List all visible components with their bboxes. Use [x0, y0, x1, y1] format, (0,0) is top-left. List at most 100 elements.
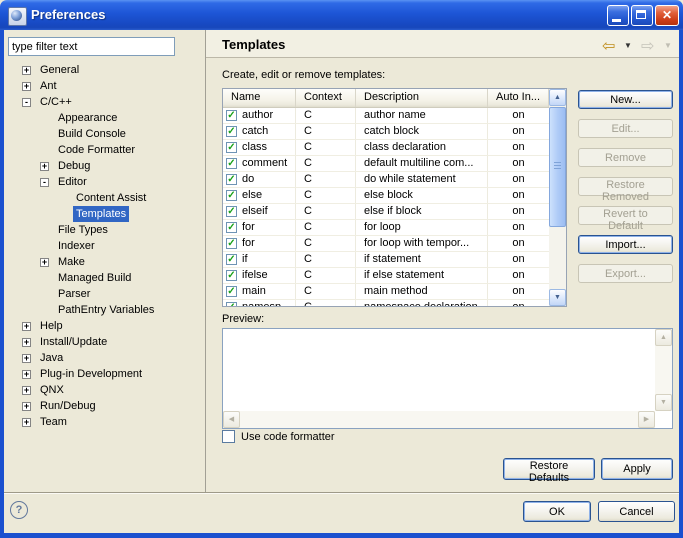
row-checkbox[interactable]	[226, 158, 237, 169]
maximize-button[interactable]	[631, 5, 653, 26]
tree-item[interactable]: Indexer	[8, 238, 204, 254]
expand-toggle-icon[interactable]	[22, 402, 31, 411]
tree-item-label[interactable]: Content Assist	[73, 190, 149, 206]
table-row[interactable]: comment C default multiline com... on	[223, 156, 549, 172]
tree-item-label[interactable]: Debug	[55, 158, 93, 174]
preview-horizontal-scrollbar[interactable]: ◀ ▶	[223, 411, 655, 428]
table-row[interactable]: author C author name on	[223, 108, 549, 124]
tree-item-label[interactable]: Appearance	[55, 110, 120, 126]
forward-icon[interactable]: ⇨	[641, 36, 654, 56]
tree-item[interactable]: Help	[8, 318, 204, 334]
tree-item-label[interactable]: Managed Build	[55, 270, 134, 286]
expand-toggle-icon[interactable]	[40, 258, 49, 267]
tree-item[interactable]: PathEntry Variables	[8, 302, 204, 318]
expand-toggle-icon[interactable]	[22, 338, 31, 347]
tree-item-label[interactable]: Help	[37, 318, 66, 334]
tree-item-label[interactable]: Java	[37, 350, 66, 366]
table-row[interactable]: if C if statement on	[223, 252, 549, 268]
forward-dropdown-icon[interactable]: ▼	[664, 41, 672, 50]
preview-vertical-scrollbar[interactable]: ▲ ▼	[655, 329, 672, 411]
expand-toggle-icon[interactable]	[22, 354, 31, 363]
tree-item-label[interactable]: Plug-in Development	[37, 366, 145, 382]
row-checkbox[interactable]	[226, 110, 237, 121]
row-checkbox[interactable]	[226, 206, 237, 217]
tree-item[interactable]: Plug-in Development	[8, 366, 204, 382]
row-checkbox[interactable]	[226, 302, 237, 306]
tree-item[interactable]: Install/Update	[8, 334, 204, 350]
row-checkbox[interactable]	[226, 222, 237, 233]
tree-item[interactable]: Editor	[8, 174, 204, 190]
row-checkbox[interactable]	[226, 254, 237, 265]
filter-input[interactable]	[8, 37, 175, 56]
action-button[interactable]: Edit...	[578, 119, 673, 138]
preview-area[interactable]: ▲ ▼ ◀ ▶	[222, 328, 673, 429]
tree-item-label[interactable]: Ant	[37, 78, 60, 94]
table-row[interactable]: catch C catch block on	[223, 124, 549, 140]
expand-toggle-icon[interactable]	[40, 178, 49, 187]
column-header[interactable]: Context	[296, 89, 356, 107]
help-button[interactable]: ?	[10, 501, 28, 519]
expand-toggle-icon[interactable]	[22, 66, 31, 75]
row-checkbox[interactable]	[226, 142, 237, 153]
table-row[interactable]: else C else block on	[223, 188, 549, 204]
scrollbar-thumb[interactable]	[549, 107, 566, 227]
expand-toggle-icon[interactable]	[22, 82, 31, 91]
row-checkbox[interactable]	[226, 270, 237, 281]
expand-toggle-icon[interactable]	[22, 370, 31, 379]
tree-item-label[interactable]: PathEntry Variables	[55, 302, 157, 318]
table-row[interactable]: for C for loop with tempor... on	[223, 236, 549, 252]
tree-item[interactable]: Code Formatter	[8, 142, 204, 158]
tree-item-label[interactable]: Build Console	[55, 126, 129, 142]
scroll-up-icon[interactable]: ▲	[655, 329, 672, 346]
restore-defaults-button[interactable]: Restore Defaults	[503, 458, 595, 480]
tree-item[interactable]: Appearance	[8, 110, 204, 126]
tree-item[interactable]: Content Assist	[8, 190, 204, 206]
tree-item-label[interactable]: General	[37, 62, 82, 78]
expand-toggle-icon[interactable]	[22, 322, 31, 331]
row-checkbox[interactable]	[226, 174, 237, 185]
apply-button[interactable]: Apply	[601, 458, 673, 480]
action-button[interactable]: Import...	[578, 235, 673, 254]
expand-toggle-icon[interactable]	[22, 98, 31, 107]
action-button[interactable]: Restore Removed	[578, 177, 673, 196]
row-checkbox[interactable]	[226, 286, 237, 297]
column-header[interactable]: Description	[356, 89, 488, 107]
tree-item[interactable]: Templates	[8, 206, 204, 222]
tree-item-label[interactable]: Templates	[73, 206, 129, 222]
expand-toggle-icon[interactable]	[22, 386, 31, 395]
column-header[interactable]: Auto In...	[488, 89, 549, 107]
tree-item[interactable]: Debug	[8, 158, 204, 174]
table-row[interactable]: namesp... C namespace declaration on	[223, 300, 549, 306]
scroll-down-icon[interactable]: ▼	[549, 289, 566, 306]
action-button[interactable]: Revert to Default	[578, 206, 673, 225]
tree-item[interactable]: Java	[8, 350, 204, 366]
tree-item[interactable]: General	[8, 62, 204, 78]
tree-item[interactable]: C/C++	[8, 94, 204, 110]
scroll-left-icon[interactable]: ◀	[223, 411, 240, 428]
close-button[interactable]: ✕	[655, 5, 679, 26]
use-code-formatter-checkbox[interactable]	[222, 430, 235, 443]
tree-item[interactable]: Managed Build	[8, 270, 204, 286]
minimize-button[interactable]	[607, 5, 629, 26]
scroll-right-icon[interactable]: ▶	[638, 411, 655, 428]
tree-item[interactable]: Team	[8, 414, 204, 430]
tree-item-label[interactable]: Code Formatter	[55, 142, 138, 158]
table-row[interactable]: main C main method on	[223, 284, 549, 300]
tree-item-label[interactable]: Editor	[55, 174, 90, 190]
table-scrollbar[interactable]: ▲ ▼	[549, 89, 566, 306]
table-row[interactable]: do C do while statement on	[223, 172, 549, 188]
title-bar[interactable]: Preferences ✕	[0, 0, 683, 30]
tree-item[interactable]: Parser	[8, 286, 204, 302]
table-row[interactable]: ifelse C if else statement on	[223, 268, 549, 284]
tree-item-label[interactable]: C/C++	[37, 94, 75, 110]
ok-button[interactable]: OK	[523, 501, 591, 522]
back-icon[interactable]: ⇦	[602, 36, 615, 56]
tree-item[interactable]: Ant	[8, 78, 204, 94]
tree-item[interactable]: Make	[8, 254, 204, 270]
tree-item-label[interactable]: Indexer	[55, 238, 98, 254]
tree-item-label[interactable]: QNX	[37, 382, 67, 398]
table-row[interactable]: elseif C else if block on	[223, 204, 549, 220]
back-dropdown-icon[interactable]: ▼	[624, 41, 632, 50]
scroll-up-icon[interactable]: ▲	[549, 89, 566, 106]
tree-item-label[interactable]: Team	[37, 414, 70, 430]
